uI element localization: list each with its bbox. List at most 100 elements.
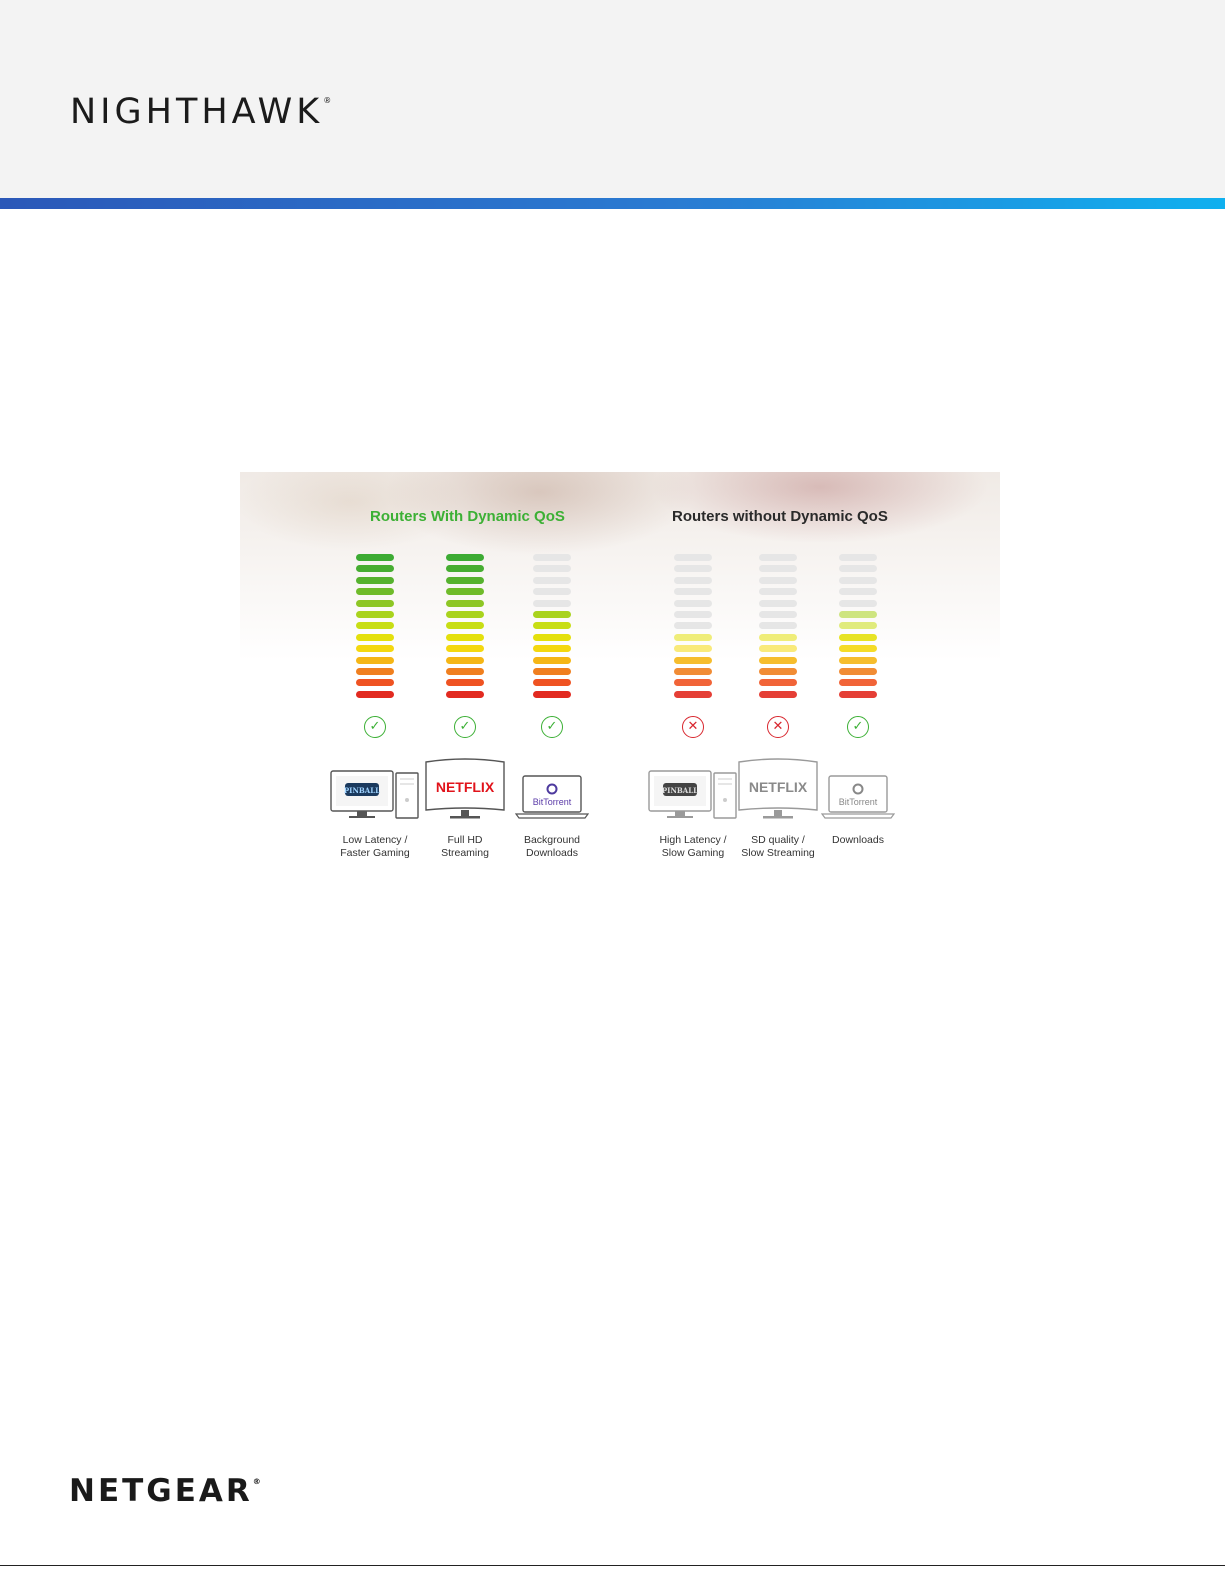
meter-segment	[759, 599, 797, 607]
check-icon: ✓	[541, 716, 563, 738]
meter-segment	[839, 610, 877, 618]
meter-segment	[674, 565, 712, 573]
check-icon: ✓	[847, 716, 869, 738]
meter-segment	[759, 610, 797, 618]
meter-segment	[533, 588, 571, 596]
svg-text:BitTorrent: BitTorrent	[533, 797, 572, 807]
meter-segment	[356, 565, 394, 573]
signal-meter	[356, 554, 394, 702]
nighthawk-logo: NIGHTHAWK®	[70, 92, 332, 132]
meter-segment	[759, 622, 797, 630]
meter-segment	[533, 565, 571, 573]
meter-segment	[533, 633, 571, 641]
cross-icon: ✕	[767, 716, 789, 738]
signal-meter	[446, 554, 484, 702]
meter-segment	[356, 679, 394, 687]
meter-segment	[446, 633, 484, 641]
meter-segment	[533, 599, 571, 607]
meter-segment	[759, 645, 797, 653]
meter-segment	[759, 656, 797, 664]
meter-segment	[446, 588, 484, 596]
device-caption: Low Latency / Faster Gaming	[340, 834, 410, 859]
meter-segment	[674, 622, 712, 630]
meter-segment	[839, 565, 877, 573]
meter-segment	[446, 610, 484, 618]
meter-segment	[356, 622, 394, 630]
netgear-logo: NETGEAR®	[69, 1473, 261, 1509]
meter-segment	[674, 645, 712, 653]
meter-segment	[839, 576, 877, 584]
desktop-pinball-icon: PINBALL	[647, 770, 739, 827]
device-caption: Downloads	[832, 834, 884, 846]
meter-segment	[446, 622, 484, 630]
meter-segment	[674, 667, 712, 675]
meter-segment	[533, 610, 571, 618]
svg-text:BitTorrent: BitTorrent	[839, 797, 878, 807]
meter-segment	[356, 588, 394, 596]
tv-netflix-icon: NETFLIX	[424, 758, 506, 827]
meter-segment	[533, 645, 571, 653]
meter-segment	[674, 610, 712, 618]
svg-text:PINBALL: PINBALL	[344, 786, 380, 795]
meter-segment	[533, 576, 571, 584]
signal-meter	[839, 554, 877, 702]
meter-segment	[839, 554, 877, 561]
dynamic-qos-comparison-figure: Routers With Dynamic QoS Routers without…	[240, 472, 1000, 892]
meter-segment	[759, 576, 797, 584]
device-caption: SD quality / Slow Streaming	[741, 834, 815, 859]
meter-segment	[356, 656, 394, 664]
device-caption: Background Downloads	[523, 834, 581, 859]
meter-segment	[533, 554, 571, 561]
meter-segment	[759, 565, 797, 573]
family-photo-background	[240, 472, 1000, 892]
meter-segment	[759, 679, 797, 687]
meter-segment	[759, 667, 797, 675]
laptop-bittorrent-icon: BitTorrent	[514, 774, 590, 825]
meter-segment	[674, 656, 712, 664]
meter-segment	[839, 622, 877, 630]
signal-meter	[759, 554, 797, 702]
meter-segment	[674, 576, 712, 584]
tv-netflix-icon: NETFLIX	[737, 758, 819, 827]
meter-segment	[674, 588, 712, 596]
device-caption: Full HD Streaming	[441, 834, 489, 859]
meter-segment	[533, 667, 571, 675]
meter-segment	[356, 599, 394, 607]
meter-segment	[839, 690, 877, 698]
meter-segment	[446, 565, 484, 573]
meter-segment	[446, 599, 484, 607]
page-header: NIGHTHAWK®	[0, 0, 1225, 198]
cross-icon: ✕	[682, 716, 704, 738]
meter-segment	[446, 667, 484, 675]
meter-segment	[674, 554, 712, 561]
meter-segment	[839, 633, 877, 641]
meter-segment	[839, 679, 877, 687]
meter-segment	[356, 645, 394, 653]
laptop-bittorrent-icon: BitTorrent	[820, 774, 896, 825]
meter-segment	[446, 656, 484, 664]
svg-text:PINBALL: PINBALL	[662, 786, 698, 795]
meter-segment	[839, 599, 877, 607]
meter-segment	[356, 610, 394, 618]
meter-segment	[356, 667, 394, 675]
meter-segment	[759, 633, 797, 641]
meter-segment	[674, 633, 712, 641]
meter-segment	[759, 690, 797, 698]
meter-segment	[759, 554, 797, 561]
meter-segment	[533, 622, 571, 630]
meter-segment	[674, 679, 712, 687]
svg-text:NETFLIX: NETFLIX	[436, 779, 495, 795]
meter-segment	[839, 656, 877, 664]
meter-segment	[839, 667, 877, 675]
footer-rule	[0, 1565, 1225, 1566]
meter-segment	[839, 645, 877, 653]
meter-segment	[839, 588, 877, 596]
meter-segment	[446, 645, 484, 653]
device-caption: High Latency / Slow Gaming	[659, 834, 727, 859]
without-dynamic-qos-title: Routers without Dynamic QoS	[672, 508, 888, 525]
meter-segment	[533, 679, 571, 687]
meter-segment	[446, 554, 484, 561]
meter-segment	[533, 656, 571, 664]
svg-text:NETFLIX: NETFLIX	[749, 779, 808, 795]
check-icon: ✓	[364, 716, 386, 738]
